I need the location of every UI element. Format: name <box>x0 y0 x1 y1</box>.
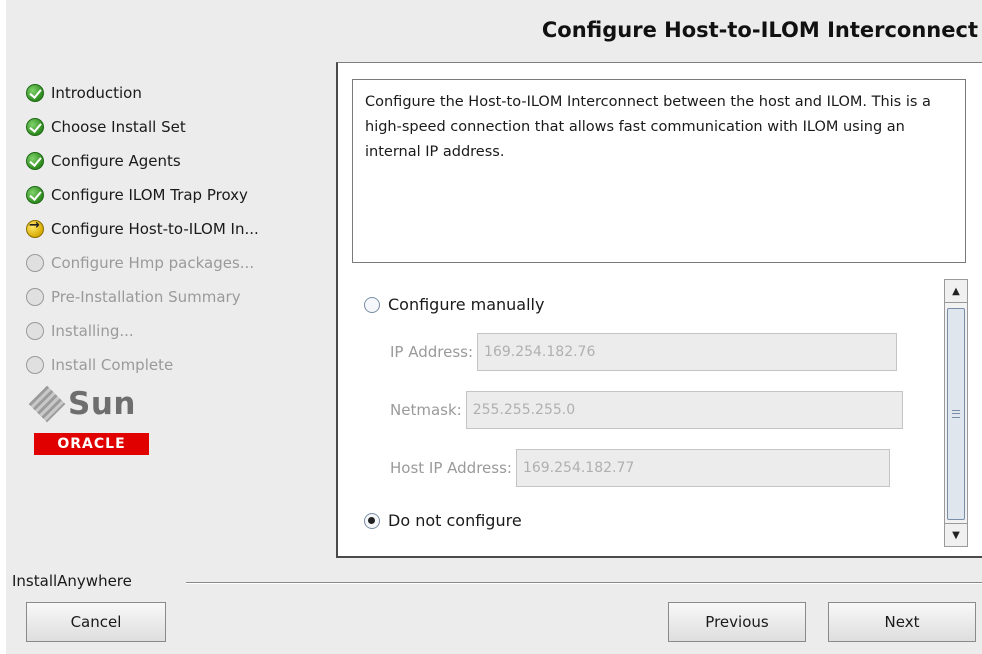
page-title: Configure Host-to-ILOM Interconnect <box>541 18 978 42</box>
arrow-down-icon: ▼ <box>952 529 960 541</box>
pending-circle-icon <box>26 288 44 306</box>
pending-circle-icon <box>26 356 44 374</box>
configure-manually-option[interactable]: Configure manually <box>364 295 544 314</box>
next-button[interactable]: Next <box>828 602 976 642</box>
step-label: Install Complete <box>51 356 174 374</box>
sun-logo-text: Sun <box>68 386 136 422</box>
previous-button[interactable]: Previous <box>668 602 806 642</box>
check-icon <box>26 118 44 136</box>
netmask-row: Netmask: 255.255.255.0 <box>390 391 903 429</box>
oracle-logo: ORACLE <box>34 433 149 455</box>
installanywhere-label: InstallAnywhere <box>12 572 132 590</box>
content-panel: Configure the Host-to-ILOM Interconnect … <box>336 62 982 558</box>
do-not-configure-option[interactable]: Do not configure <box>364 511 522 530</box>
step-item-host-to-ilom: Configure Host-to-ILOM In... <box>26 212 326 246</box>
sun-logo: Sun <box>28 385 136 423</box>
configure-manually-radio[interactable] <box>364 296 380 313</box>
steps-list: Introduction Choose Install Set Configur… <box>26 76 326 382</box>
arrow-up-icon: ▲ <box>952 285 960 297</box>
cancel-button[interactable]: Cancel <box>26 602 166 642</box>
scroll-down-button[interactable]: ▼ <box>945 523 967 546</box>
step-label: Installing... <box>51 322 134 340</box>
footer-divider <box>186 582 982 584</box>
check-icon <box>26 186 44 204</box>
step-label: Choose Install Set <box>51 118 186 136</box>
step-label: Configure Hmp packages... <box>51 254 255 272</box>
step-item-pre-install-summary: Pre-Installation Summary <box>26 280 326 314</box>
step-item-introduction: Introduction <box>26 76 326 110</box>
step-label: Pre-Installation Summary <box>51 288 241 306</box>
step-label: Configure Agents <box>51 152 181 170</box>
step-item-configure-agents: Configure Agents <box>26 144 326 178</box>
host-ip-label: Host IP Address: <box>390 459 512 477</box>
ip-address-row: IP Address: 169.254.182.76 <box>390 333 898 371</box>
scroll-thumb[interactable] <box>947 308 965 520</box>
pending-circle-icon <box>26 254 44 272</box>
host-ip-row: Host IP Address: 169.254.182.77 <box>390 449 890 487</box>
step-item-installing: Installing... <box>26 314 326 348</box>
step-item-hmp-packages: Configure Hmp packages... <box>26 246 326 280</box>
step-label: Configure ILOM Trap Proxy <box>51 186 248 204</box>
do-not-configure-label: Do not configure <box>388 511 522 530</box>
step-item-install-complete: Install Complete <box>26 348 326 382</box>
netmask-field[interactable]: 255.255.255.0 <box>465 391 903 429</box>
description-text: Configure the Host-to-ILOM Interconnect … <box>352 79 966 263</box>
step-item-ilom-trap-proxy: Configure ILOM Trap Proxy <box>26 178 326 212</box>
host-ip-field[interactable]: 169.254.182.77 <box>515 449 890 487</box>
pending-circle-icon <box>26 322 44 340</box>
check-icon <box>26 152 44 170</box>
grip-icon <box>952 410 960 418</box>
ip-address-field[interactable]: 169.254.182.76 <box>477 333 898 371</box>
check-icon <box>26 84 44 102</box>
scroll-up-button[interactable]: ▲ <box>945 280 967 303</box>
netmask-label: Netmask: <box>390 401 462 419</box>
arrow-right-icon <box>26 218 44 238</box>
options-scroll-area[interactable]: Configure manually IP Address: 169.254.1… <box>352 279 968 547</box>
ip-address-label: IP Address: <box>390 343 474 361</box>
step-label: Configure Host-to-ILOM In... <box>51 220 259 238</box>
sun-diamond-icon <box>28 385 66 423</box>
do-not-configure-radio[interactable] <box>364 512 380 529</box>
step-label: Introduction <box>51 84 142 102</box>
configure-manually-label: Configure manually <box>388 295 545 314</box>
step-item-choose-install-set: Choose Install Set <box>26 110 326 144</box>
installer-window: Configure Host-to-ILOM Interconnect Intr… <box>6 0 982 654</box>
vertical-scrollbar[interactable]: ▲ ▼ <box>944 279 968 547</box>
